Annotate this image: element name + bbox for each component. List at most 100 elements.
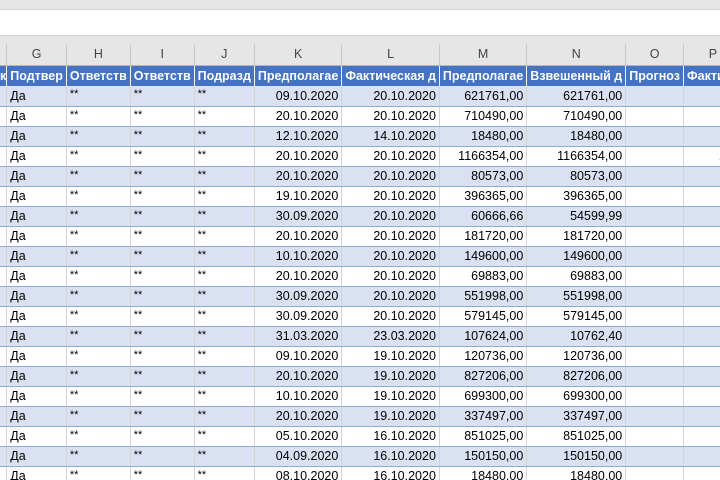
field-header[interactable]: Подразд [194, 65, 255, 86]
cell-confirmed[interactable]: Да [6, 366, 67, 387]
cell-department[interactable]: ** [194, 346, 255, 367]
cell-edge[interactable] [0, 466, 8, 480]
cell-planned-date[interactable]: 20.10.2020 [254, 406, 343, 427]
cell-planned-amount[interactable]: 150150,00 [439, 446, 528, 467]
field-header[interactable]: Фактическая д [341, 65, 440, 86]
cell-planned-date[interactable]: 30.09.2020 [254, 206, 343, 227]
column-letter[interactable] [0, 44, 8, 66]
column-letter[interactable]: N [526, 44, 627, 66]
cell-planned-date[interactable]: 09.10.2020 [254, 86, 343, 107]
cell-confirmed[interactable]: Да [6, 106, 67, 127]
cell-planned-date[interactable]: 31.03.2020 [254, 326, 343, 347]
cell-weighted-amount[interactable]: 710490,00 [526, 106, 627, 127]
cell-confirmed[interactable]: Да [6, 286, 67, 307]
cell-responsible-1[interactable]: ** [66, 386, 131, 407]
cell-weighted-amount[interactable]: 851025,00 [526, 426, 627, 447]
cell-forecast[interactable] [625, 186, 684, 207]
cell-confirmed[interactable]: Да [6, 326, 67, 347]
cell-department[interactable]: ** [194, 246, 255, 267]
cell-planned-amount[interactable]: 60666,66 [439, 206, 528, 227]
cell-confirmed[interactable]: Да [6, 426, 67, 447]
cell-confirmed[interactable]: Да [6, 346, 67, 367]
cell-planned-amount[interactable]: 827206,00 [439, 366, 528, 387]
cell-actual-date[interactable]: 14.10.2020 [341, 126, 440, 147]
cell-planned-amount[interactable]: 80573,00 [439, 166, 528, 187]
cell-actual-amount[interactable]: 82 [683, 366, 720, 387]
cell-actual-amount[interactable]: 14 [683, 246, 720, 267]
cell-forecast[interactable] [625, 466, 684, 480]
cell-weighted-amount[interactable]: 120736,00 [526, 346, 627, 367]
cell-planned-amount[interactable]: 551998,00 [439, 286, 528, 307]
cell-forecast[interactable] [625, 166, 684, 187]
cell-actual-date[interactable]: 16.10.2020 [341, 426, 440, 447]
cell-edge[interactable] [0, 106, 8, 127]
cell-weighted-amount[interactable]: 149600,00 [526, 246, 627, 267]
cell-forecast[interactable] [625, 386, 684, 407]
cell-actual-amount[interactable]: 33 [683, 406, 720, 427]
cell-edge[interactable] [0, 366, 8, 387]
cell-weighted-amount[interactable]: 396365,00 [526, 186, 627, 207]
cell-weighted-amount[interactable]: 10762,40 [526, 326, 627, 347]
field-header[interactable]: Взвешенный д [526, 65, 627, 86]
cell-forecast[interactable] [625, 126, 684, 147]
cell-actual-amount[interactable]: 69 [683, 386, 720, 407]
cell-planned-amount[interactable]: 107624,00 [439, 326, 528, 347]
cell-actual-amount[interactable]: 57 [683, 306, 720, 327]
cell-planned-amount[interactable]: 18480,00 [439, 466, 528, 480]
cell-responsible-2[interactable]: ** [130, 166, 195, 187]
cell-weighted-amount[interactable]: 551998,00 [526, 286, 627, 307]
cell-forecast[interactable] [625, 246, 684, 267]
cell-responsible-1[interactable]: ** [66, 246, 131, 267]
cell-forecast[interactable] [625, 406, 684, 427]
cell-forecast[interactable] [625, 426, 684, 447]
cell-responsible-1[interactable]: ** [66, 266, 131, 287]
cell-responsible-2[interactable]: ** [130, 466, 195, 480]
column-letter[interactable]: M [439, 44, 528, 66]
cell-actual-date[interactable]: 19.10.2020 [341, 366, 440, 387]
cell-department[interactable]: ** [194, 286, 255, 307]
cell-forecast[interactable] [625, 286, 684, 307]
cell-planned-amount[interactable]: 699300,00 [439, 386, 528, 407]
cell-forecast[interactable] [625, 146, 684, 167]
column-letter[interactable]: H [66, 44, 131, 66]
spreadsheet-grid[interactable]: G H I J K L M N O P к Подтвер Ответств О… [0, 44, 720, 480]
column-letter[interactable]: O [625, 44, 684, 66]
cell-responsible-2[interactable]: ** [130, 186, 195, 207]
cell-actual-amount[interactable]: 55 [683, 286, 720, 307]
cell-planned-amount[interactable]: 579145,00 [439, 306, 528, 327]
cell-confirmed[interactable]: Да [6, 446, 67, 467]
cell-edge[interactable] [0, 146, 8, 167]
cell-responsible-1[interactable]: ** [66, 86, 131, 107]
cell-edge[interactable] [0, 286, 8, 307]
cell-planned-date[interactable]: 08.10.2020 [254, 466, 343, 480]
cell-forecast[interactable] [625, 266, 684, 287]
cell-planned-amount[interactable]: 149600,00 [439, 246, 528, 267]
cell-weighted-amount[interactable]: 827206,00 [526, 366, 627, 387]
cell-department[interactable]: ** [194, 466, 255, 480]
cell-department[interactable]: ** [194, 426, 255, 447]
cell-weighted-amount[interactable]: 1166354,00 [526, 146, 627, 167]
cell-planned-date[interactable]: 20.10.2020 [254, 146, 343, 167]
cell-edge[interactable] [0, 226, 8, 247]
cell-actual-amount[interactable]: 15 [683, 446, 720, 467]
cell-edge[interactable] [0, 406, 8, 427]
cell-confirmed[interactable]: Да [6, 146, 67, 167]
cell-edge[interactable] [0, 306, 8, 327]
cell-responsible-2[interactable]: ** [130, 86, 195, 107]
cell-edge[interactable] [0, 446, 8, 467]
cell-weighted-amount[interactable]: 18480,00 [526, 126, 627, 147]
column-letter[interactable]: L [341, 44, 440, 66]
cell-planned-amount[interactable]: 69883,00 [439, 266, 528, 287]
cell-planned-date[interactable]: 12.10.2020 [254, 126, 343, 147]
cell-edge[interactable] [0, 186, 8, 207]
cell-responsible-1[interactable]: ** [66, 426, 131, 447]
cell-actual-amount[interactable]: 71 [683, 106, 720, 127]
cell-confirmed[interactable]: Да [6, 166, 67, 187]
cell-responsible-2[interactable]: ** [130, 306, 195, 327]
cell-actual-amount[interactable]: 62 [683, 86, 720, 107]
cell-actual-date[interactable]: 20.10.2020 [341, 226, 440, 247]
cell-actual-date[interactable]: 20.10.2020 [341, 306, 440, 327]
cell-weighted-amount[interactable]: 80573,00 [526, 166, 627, 187]
cell-department[interactable]: ** [194, 146, 255, 167]
cell-planned-date[interactable]: 30.09.2020 [254, 286, 343, 307]
